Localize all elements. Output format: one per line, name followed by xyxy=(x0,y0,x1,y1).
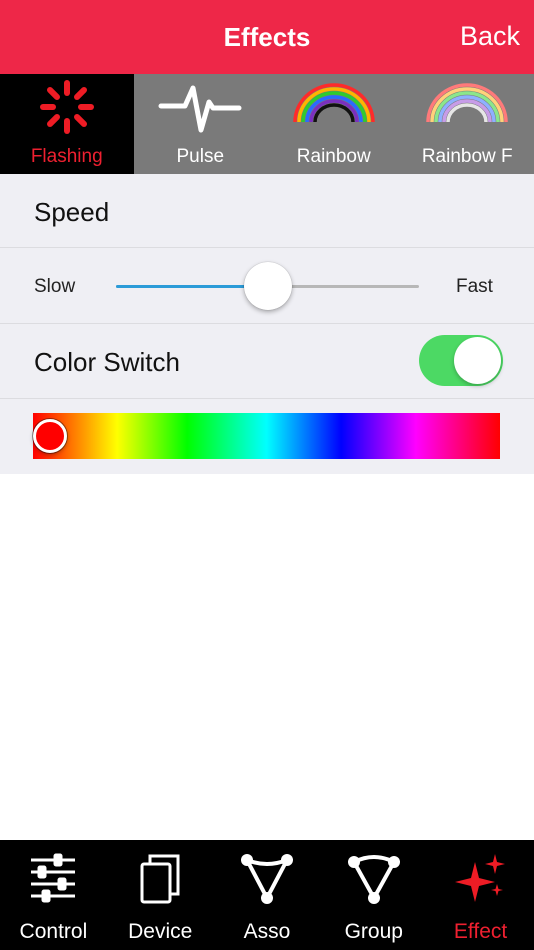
color-switch-row: Color Switch xyxy=(0,324,534,399)
tab-label: Rainbow xyxy=(296,146,371,167)
tabbar-label: Control xyxy=(19,920,88,943)
device-stack-icon xyxy=(140,854,180,904)
speed-slider-row: Slow Fast xyxy=(0,248,534,324)
color-spectrum-bar[interactable] xyxy=(33,413,500,459)
back-button[interactable]: Back xyxy=(460,21,520,52)
tabbar-item-asso[interactable]: Asso xyxy=(214,840,321,950)
tab-label: Rainbow F xyxy=(421,146,513,167)
color-switch-label: Color Switch xyxy=(34,347,180,377)
tab-label: Flashing xyxy=(30,146,103,167)
sparkle-icon xyxy=(454,854,505,902)
tabbar-label: Device xyxy=(128,920,193,943)
tabbar-label: Group xyxy=(344,920,403,943)
effects-screen: Effects Back Flashing Pulse Rainbow Rain… xyxy=(0,0,534,950)
page-title: Effects xyxy=(223,22,311,52)
tab-flashing[interactable]: Flashing xyxy=(0,74,134,174)
tab-pulse[interactable]: Pulse xyxy=(134,74,268,174)
color-picker-row xyxy=(0,399,534,474)
tabbar-item-effect[interactable]: Effect xyxy=(427,840,534,950)
fast-label: Fast xyxy=(456,276,493,297)
tabbar-item-device[interactable]: Device xyxy=(107,840,214,950)
rainbow-icon xyxy=(293,83,375,123)
slider-thumb[interactable] xyxy=(243,262,292,310)
settings-panel: Speed Slow Fast Color Switch xyxy=(0,174,534,474)
tabbar-label: Asso xyxy=(243,920,291,943)
group-triangle-icon xyxy=(347,855,400,904)
slow-label: Slow xyxy=(34,276,76,297)
tabbar-item-control[interactable]: Control xyxy=(0,840,107,950)
tab-rainbow-fade[interactable]: Rainbow F xyxy=(401,74,534,174)
tab-label: Pulse xyxy=(176,146,225,167)
triangle-nodes-icon xyxy=(240,854,293,904)
color-switch-toggle[interactable] xyxy=(419,335,503,386)
flash-burst-icon xyxy=(39,80,94,134)
speed-slider[interactable] xyxy=(116,262,419,310)
tabbar-label: Effect xyxy=(453,920,508,943)
navigation-bar: Effects Back xyxy=(0,0,534,74)
speed-header-row: Speed xyxy=(0,174,534,248)
tab-rainbow[interactable]: Rainbow xyxy=(267,74,401,174)
effect-tabs: Flashing Pulse Rainbow Rainbow F xyxy=(0,74,534,174)
pulse-icon xyxy=(158,85,242,133)
bottom-tab-bar: Control Device Asso Group Effect xyxy=(0,840,534,950)
color-picker-thumb[interactable] xyxy=(33,419,67,453)
tabbar-item-group[interactable]: Group xyxy=(320,840,427,950)
toggle-knob xyxy=(454,337,501,384)
speed-title: Speed xyxy=(34,197,110,227)
rainbow-fade-icon xyxy=(426,83,508,123)
sliders-icon xyxy=(31,853,76,903)
